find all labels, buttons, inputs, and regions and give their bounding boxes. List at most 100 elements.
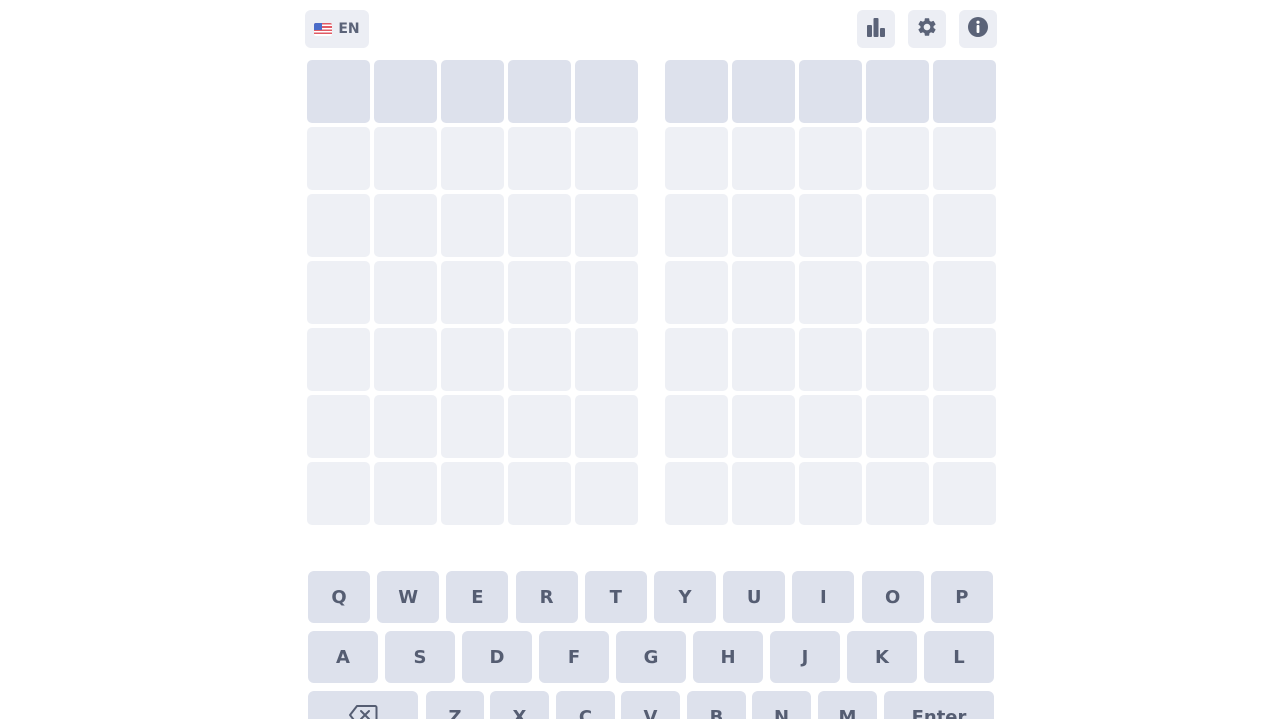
gear-icon	[916, 16, 938, 42]
key-x[interactable]: X	[490, 691, 549, 719]
board-tile	[441, 127, 504, 190]
key-e[interactable]: E	[446, 571, 509, 623]
key-b[interactable]: B	[687, 691, 746, 719]
board-tile	[374, 261, 437, 324]
key-q[interactable]: Q	[308, 571, 370, 623]
wordle-duo-app: EN QWERTYUIOP AS D F G H J K L Z X C V B…	[0, 0, 1279, 719]
key-w[interactable]: W	[377, 571, 440, 623]
board-tile	[665, 60, 728, 123]
board-tile	[374, 395, 437, 458]
us-flag-icon	[314, 22, 333, 36]
board-tile	[575, 261, 638, 324]
board-tile	[866, 462, 929, 525]
board-tile	[732, 194, 795, 257]
board-tile	[732, 395, 795, 458]
key-h[interactable]: H	[693, 631, 763, 683]
key-r[interactable]: R	[515, 571, 578, 623]
board-tile	[575, 60, 638, 123]
board-tile	[508, 127, 571, 190]
board-tile	[799, 462, 862, 525]
board-tile	[441, 261, 504, 324]
backspace-key[interactable]	[308, 691, 418, 719]
board-tile	[374, 328, 437, 391]
board-tile	[799, 127, 862, 190]
board-tile	[374, 194, 437, 257]
board-tile	[866, 194, 929, 257]
board-tile	[508, 60, 571, 123]
enter-key[interactable]: Enter	[884, 691, 994, 719]
board-tile	[799, 60, 862, 123]
board-tile	[799, 395, 862, 458]
key-t[interactable]: T	[584, 571, 647, 623]
board-tile	[732, 462, 795, 525]
right-board	[665, 60, 996, 525]
board-tile	[307, 127, 370, 190]
stats-button[interactable]	[857, 10, 895, 48]
keyboard-row-2: ASDFGHJKL	[308, 631, 994, 683]
key-g[interactable]: G	[616, 631, 686, 683]
settings-button[interactable]	[908, 10, 946, 48]
board-tile	[933, 395, 996, 458]
key-l[interactable]: L	[924, 631, 994, 683]
board-tile	[508, 395, 571, 458]
language-button[interactable]: EN	[305, 10, 369, 48]
key-z[interactable]: Z	[426, 691, 484, 719]
key-a[interactable]: A	[308, 631, 378, 683]
bar-chart-icon	[865, 16, 887, 42]
key-n[interactable]: N	[752, 691, 811, 719]
key-o[interactable]: O	[861, 571, 924, 623]
key-p[interactable]: P	[930, 571, 993, 623]
key-k[interactable]: K	[847, 631, 917, 683]
board-tile	[441, 395, 504, 458]
board-tile	[575, 127, 638, 190]
board-tile	[441, 60, 504, 123]
board-tile	[933, 328, 996, 391]
board-tile	[933, 60, 996, 123]
backspace-icon	[348, 704, 378, 719]
board-tile	[933, 261, 996, 324]
board-tile	[799, 328, 862, 391]
board-tile	[374, 127, 437, 190]
key-j[interactable]: J	[770, 631, 840, 683]
left-board	[307, 60, 638, 525]
board-tile	[374, 462, 437, 525]
key-v[interactable]: V	[621, 691, 680, 719]
board-tile	[866, 261, 929, 324]
board-tile	[575, 328, 638, 391]
language-label: EN	[338, 21, 360, 37]
board-tile	[307, 328, 370, 391]
board-tile	[665, 328, 728, 391]
board-tile	[665, 395, 728, 458]
keyboard-row-1: QWERTYUIOP	[308, 571, 994, 623]
board-tile	[374, 60, 437, 123]
key-s[interactable]: S	[385, 631, 455, 683]
info-button[interactable]	[959, 10, 997, 48]
key-f[interactable]: F	[539, 631, 609, 683]
key-u[interactable]: U	[723, 571, 786, 623]
board-tile	[307, 462, 370, 525]
board-tile	[441, 462, 504, 525]
key-m[interactable]: M	[818, 691, 877, 719]
board-tile	[933, 462, 996, 525]
key-y[interactable]: Y	[654, 571, 716, 623]
board-tile	[866, 328, 929, 391]
board-tile	[307, 194, 370, 257]
board-tile	[866, 127, 929, 190]
board-tile	[508, 261, 571, 324]
board-tile	[732, 261, 795, 324]
info-icon	[967, 16, 989, 42]
board-tile	[732, 328, 795, 391]
board-tile	[307, 261, 370, 324]
board-tile	[665, 194, 728, 257]
board-tile	[866, 60, 929, 123]
board-tile	[441, 194, 504, 257]
board-tile	[575, 395, 638, 458]
board-tile	[575, 462, 638, 525]
board-tile	[665, 261, 728, 324]
board-tile	[575, 194, 638, 257]
key-c[interactable]: C	[556, 691, 615, 719]
board-tile	[665, 127, 728, 190]
key-d[interactable]: D	[462, 631, 532, 683]
key-i[interactable]: I	[792, 571, 855, 623]
board-tile	[799, 261, 862, 324]
